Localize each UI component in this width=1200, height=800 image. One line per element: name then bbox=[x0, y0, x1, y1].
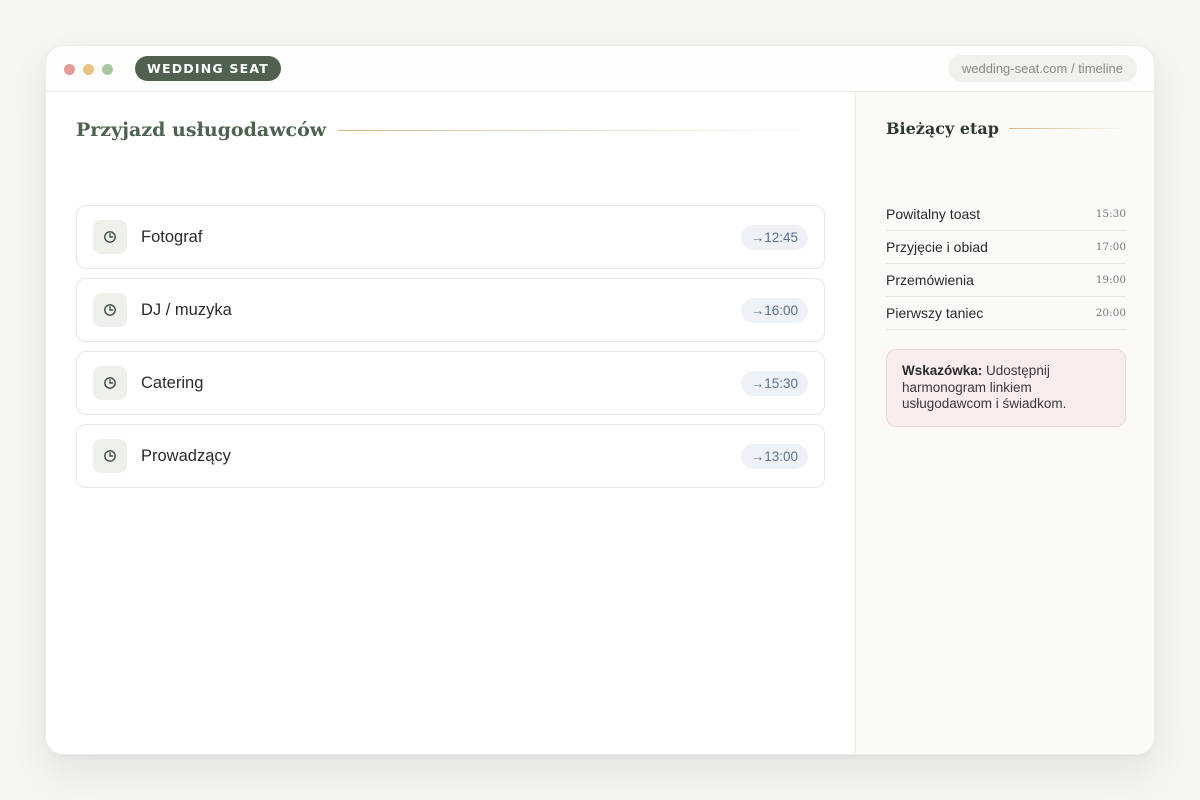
main-panel: Przyjazd usługodawców Fotograf →12:45 DJ… bbox=[46, 92, 855, 754]
vendor-name: Prowadzący bbox=[141, 447, 231, 465]
vendor-arrival-time: →12:45 bbox=[740, 225, 808, 250]
stage-name: Przyjęcie i obiad bbox=[886, 239, 988, 255]
vendor-row-catering[interactable]: Catering →15:30 bbox=[76, 351, 825, 415]
sidebar-divider bbox=[1008, 128, 1124, 129]
clock-icon bbox=[93, 293, 127, 327]
minimize-window-button[interactable] bbox=[83, 64, 94, 75]
vendor-row-fotograf[interactable]: Fotograf →12:45 bbox=[76, 205, 825, 269]
stage-item[interactable]: Powitalny toast 15:30 bbox=[886, 198, 1126, 231]
vendor-row-prowadzacy[interactable]: Prowadzący →13:00 bbox=[76, 424, 825, 488]
titlebar: WEDDING SEAT wedding-seat.com / timeline bbox=[46, 46, 1154, 92]
stage-item[interactable]: Przyjęcie i obiad 17:00 bbox=[886, 231, 1126, 264]
stage-item[interactable]: Pierwszy taniec 20:00 bbox=[886, 297, 1126, 330]
brand-logo[interactable]: WEDDING SEAT bbox=[135, 56, 281, 81]
sidebar-header: Bieżący etap bbox=[886, 119, 1124, 138]
stage-time: 19:00 bbox=[1095, 274, 1126, 286]
clock-icon bbox=[93, 439, 127, 473]
vendor-name: DJ / muzyka bbox=[141, 301, 232, 319]
vendor-arrival-time: →16:00 bbox=[740, 298, 808, 323]
section-title: Przyjazd usługodawców bbox=[76, 119, 327, 141]
stage-name: Pierwszy taniec bbox=[886, 305, 984, 321]
stage-item[interactable]: Przemówienia 19:00 bbox=[886, 264, 1126, 297]
stage-time: 20:00 bbox=[1095, 307, 1126, 319]
close-window-button[interactable] bbox=[64, 64, 75, 75]
vendor-row-dj[interactable]: DJ / muzyka →16:00 bbox=[76, 278, 825, 342]
maximize-window-button[interactable] bbox=[102, 64, 113, 75]
vendor-name: Fotograf bbox=[141, 228, 203, 246]
vendor-name: Catering bbox=[141, 374, 204, 392]
stage-list: Powitalny toast 15:30 Przyjęcie i obiad … bbox=[886, 198, 1126, 330]
stage-name: Powitalny toast bbox=[886, 206, 981, 222]
stage-time: 15:30 bbox=[1095, 208, 1126, 220]
stage-time: 17:00 bbox=[1095, 241, 1126, 253]
sidebar: Bieżący etap Powitalny toast 15:30 Przyj… bbox=[855, 92, 1154, 754]
vendor-list: Fotograf →12:45 DJ / muzyka →16:00 Cater… bbox=[76, 205, 825, 497]
clock-icon bbox=[93, 366, 127, 400]
section-header: Przyjazd usługodawców bbox=[76, 119, 825, 141]
section-divider bbox=[338, 129, 805, 131]
sidebar-title: Bieżący etap bbox=[886, 119, 999, 138]
vendor-arrival-time: →15:30 bbox=[740, 371, 808, 396]
stage-name: Przemówienia bbox=[886, 272, 974, 288]
tip-label: Wskazówka: bbox=[902, 363, 983, 378]
vendor-arrival-time: →13:00 bbox=[740, 444, 808, 469]
app-window: WEDDING SEAT wedding-seat.com / timeline… bbox=[45, 45, 1155, 755]
clock-icon bbox=[93, 220, 127, 254]
address-bar[interactable]: wedding-seat.com / timeline bbox=[947, 55, 1137, 82]
tip-box: Wskazówka: Udostępnij harmonogram linkie… bbox=[886, 349, 1126, 427]
